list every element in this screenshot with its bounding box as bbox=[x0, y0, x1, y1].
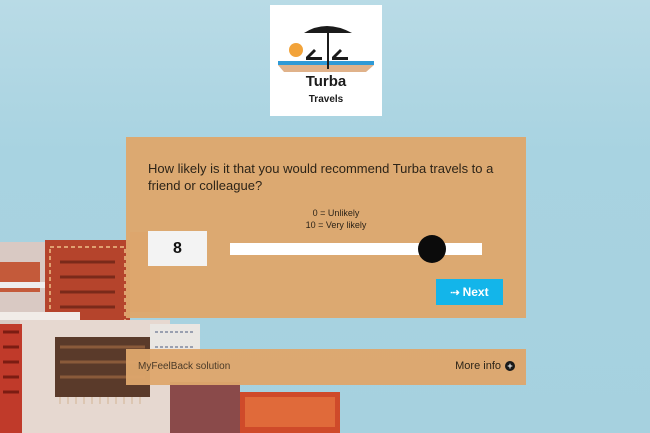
selected-score-display: 8 bbox=[148, 231, 207, 266]
beach-umbrella-icon bbox=[278, 26, 374, 72]
scale-min-label: 0 = Unlikely bbox=[312, 208, 360, 218]
more-info-link[interactable]: More info + bbox=[455, 360, 515, 372]
survey-card: How likely is it that you would recommen… bbox=[126, 137, 526, 318]
nps-slider[interactable] bbox=[230, 235, 482, 263]
survey-question: How likely is it that you would recommen… bbox=[148, 161, 494, 193]
next-button[interactable]: ⇢ Next bbox=[436, 279, 503, 305]
plus-circle-icon: + bbox=[505, 361, 515, 371]
scale-legend: 0 = Unlikely 10 = Very likely bbox=[236, 207, 436, 231]
arrow-right-icon: ⇢ bbox=[450, 286, 459, 299]
scale-max-label: 10 = Very likely bbox=[305, 220, 367, 230]
logo-title: Turba bbox=[305, 73, 347, 90]
brand-logo: Turba Travels bbox=[270, 5, 382, 116]
logo-subtitle: Travels bbox=[308, 94, 344, 105]
more-info-label: More info bbox=[455, 360, 501, 372]
powered-by-label: MyFeelBack solution bbox=[138, 361, 231, 372]
slider-handle[interactable] bbox=[417, 235, 446, 263]
next-button-label: Next bbox=[462, 285, 489, 299]
survey-footer: MyFeelBack solution More info + bbox=[126, 349, 526, 385]
